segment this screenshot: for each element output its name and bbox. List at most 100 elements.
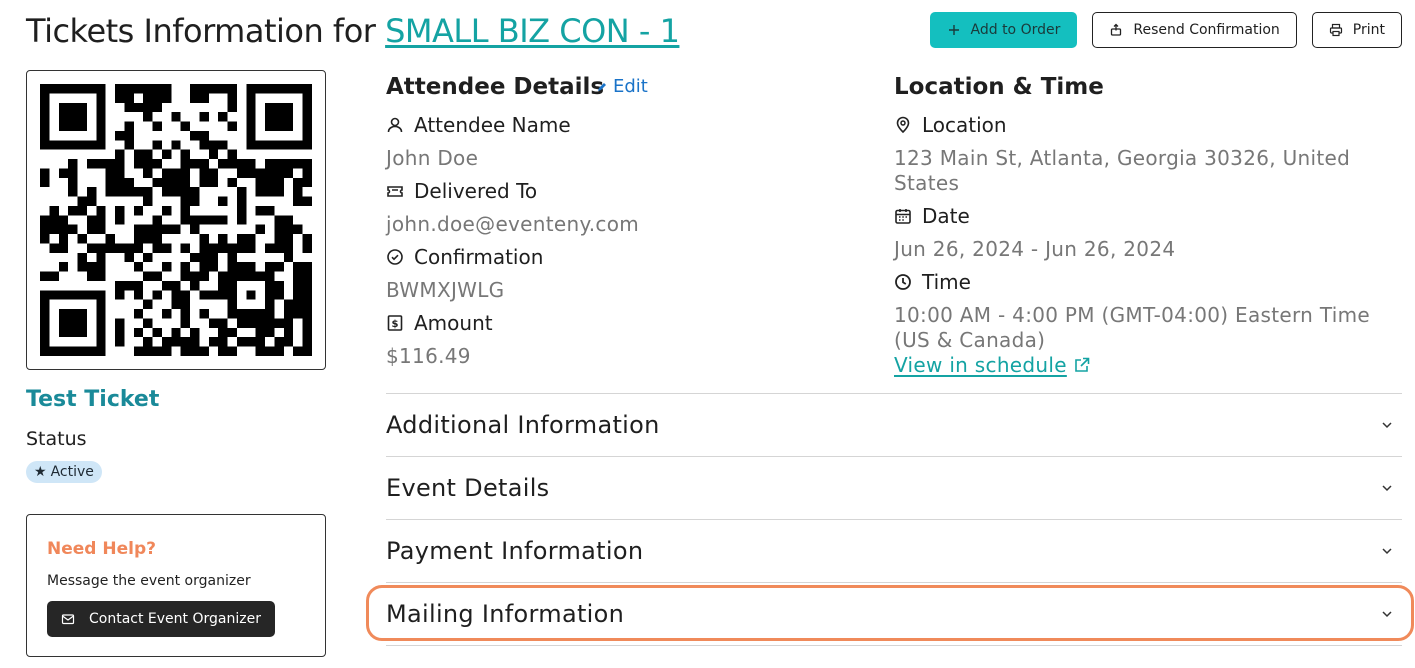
- qr-module: [124, 121, 134, 131]
- qr-module: [218, 337, 228, 347]
- status-value: Active: [50, 464, 94, 480]
- qr-module: [302, 337, 312, 347]
- qr-module: [199, 84, 209, 94]
- qr-module: [180, 299, 191, 310]
- help-box: Need Help? Message the event organizer C…: [26, 514, 326, 657]
- qr-module: [227, 280, 237, 291]
- qr-module: [236, 205, 247, 216]
- qr-module: [68, 84, 78, 94]
- qr-module: [227, 327, 237, 338]
- contact-organizer-button[interactable]: Contact Event Organizer: [47, 601, 275, 637]
- qr-module: [180, 159, 191, 169]
- qr-module: [274, 187, 284, 197]
- qr-module: [96, 224, 106, 235]
- qr-module: [96, 346, 106, 356]
- qr-module: [180, 271, 191, 281]
- qr-module: [143, 112, 153, 122]
- qr-module: [255, 337, 266, 347]
- accordion-mailing-information[interactable]: Mailing Information: [386, 582, 1402, 645]
- qr-module: [227, 290, 237, 300]
- accordion-additional-information[interactable]: Additional Information: [386, 393, 1402, 456]
- qr-module: [161, 84, 172, 94]
- qr-module: [40, 177, 50, 188]
- ticket-icon: [387, 186, 403, 197]
- qr-module: [283, 215, 294, 225]
- qr-module: [68, 112, 78, 122]
- qr-module: [199, 234, 209, 244]
- qr-module: [227, 252, 237, 263]
- event-link[interactable]: SMALL BIZ CON - 1: [385, 12, 680, 50]
- svg-text:$: $: [392, 319, 399, 330]
- qr-module: [274, 84, 284, 94]
- qr-module: [96, 205, 106, 216]
- qr-module: [161, 93, 172, 103]
- view-in-schedule-text: View in schedule: [894, 353, 1067, 377]
- qr-module: [180, 177, 191, 188]
- edit-attendee-link[interactable]: Edit: [596, 76, 648, 97]
- qr-module: [115, 93, 125, 103]
- qr-module: [255, 187, 266, 197]
- qr-module: [40, 346, 50, 356]
- qr-module: [293, 290, 303, 300]
- qr-module: [133, 290, 144, 300]
- qr-module: [283, 102, 294, 113]
- qr-module: [302, 309, 312, 319]
- qr-module: [96, 299, 106, 310]
- qr-module: [58, 262, 69, 272]
- qr-module: [293, 187, 303, 197]
- accordion-payment-information[interactable]: Payment Information: [386, 519, 1402, 582]
- qr-module: [68, 346, 78, 356]
- qr-module: [40, 140, 50, 150]
- qr-module: [236, 243, 247, 253]
- qr-module: [96, 252, 106, 263]
- qr-module: [115, 177, 125, 188]
- qr-module: [49, 346, 59, 356]
- delivered-to-value: john.doe@eventeny.com: [386, 212, 640, 236]
- qr-module: [208, 168, 219, 178]
- add-to-order-label: Add to Order: [970, 22, 1061, 38]
- qr-module: [143, 196, 153, 206]
- qr-module: [265, 187, 275, 197]
- pencil-icon: [598, 82, 606, 91]
- qr-module: [40, 337, 50, 347]
- qr-module: [96, 309, 106, 319]
- qr-module: [255, 346, 266, 356]
- qr-module: [124, 93, 134, 103]
- view-in-schedule-link[interactable]: View in schedule: [894, 353, 1091, 377]
- status-label: Status: [26, 428, 87, 450]
- qr-module: [115, 337, 125, 347]
- qr-module: [302, 93, 312, 103]
- confirmation-label: Confirmation: [386, 245, 543, 269]
- qr-module: [302, 159, 312, 169]
- qr-module: [96, 140, 106, 150]
- chevron-down-icon: [1382, 485, 1392, 492]
- qr-module: [77, 205, 87, 216]
- qr-module: [124, 187, 134, 197]
- accordion-event-details[interactable]: Event Details: [386, 456, 1402, 519]
- qr-module: [190, 280, 200, 291]
- qr-code: [40, 84, 312, 356]
- add-to-order-button[interactable]: Add to Order: [929, 12, 1078, 48]
- qr-module: [293, 299, 303, 310]
- qr-module: [302, 234, 312, 244]
- qr-module: [96, 243, 106, 253]
- qr-module: [161, 346, 172, 356]
- print-label: Print: [1352, 22, 1385, 38]
- print-button[interactable]: Print: [1311, 12, 1402, 48]
- qr-module: [265, 84, 275, 94]
- qr-module: [302, 262, 312, 272]
- qr-module: [68, 327, 78, 338]
- qr-module: [171, 280, 181, 291]
- qr-module: [227, 102, 237, 113]
- qr-module: [265, 318, 275, 328]
- qr-module: [190, 130, 200, 141]
- send-icon: [1111, 23, 1122, 36]
- qr-module: [171, 177, 181, 188]
- qr-module: [49, 215, 59, 225]
- qr-module: [180, 262, 191, 272]
- accordion-title: Mailing Information: [386, 600, 625, 628]
- qr-module: [246, 130, 256, 141]
- help-title: Need Help?: [47, 539, 156, 559]
- contact-organizer-label: Contact Event Organizer: [89, 611, 261, 627]
- resend-confirmation-button[interactable]: Resend Confirmation: [1092, 12, 1297, 48]
